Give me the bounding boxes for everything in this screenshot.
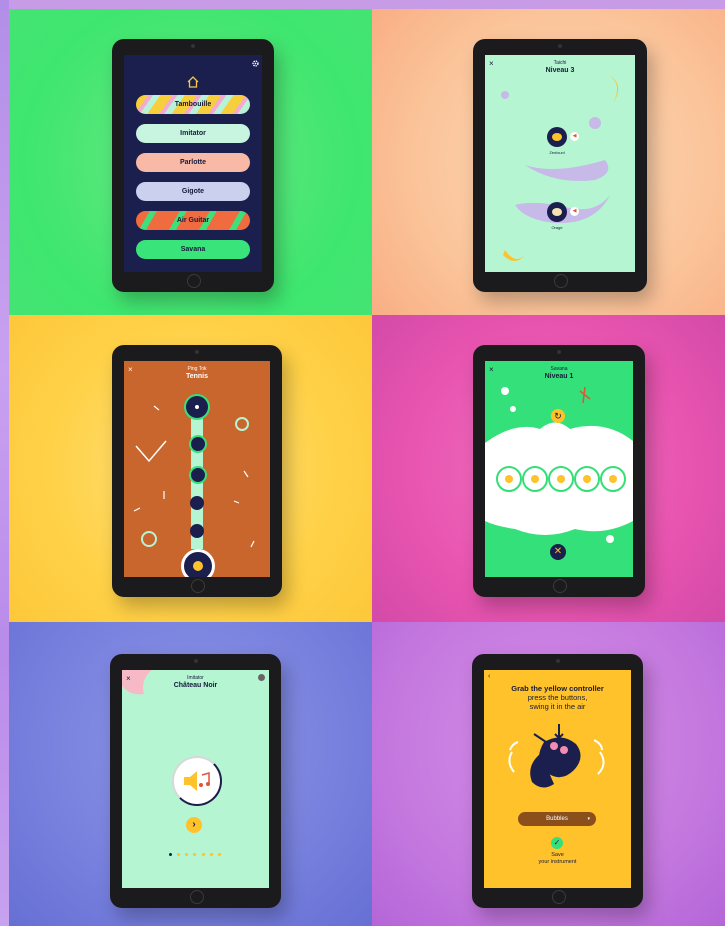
page-dot: [177, 853, 181, 856]
save-label: Save: [551, 852, 564, 858]
gear-icon[interactable]: [252, 60, 259, 67]
tablet-imitator: × Imitator Château Noir ›: [110, 654, 281, 908]
menu-item-savana[interactable]: Savana: [136, 240, 250, 259]
tablet-savana: × Savana Niveau 1 ↻ ✕: [473, 345, 645, 597]
dropdown-value: Bubbles: [546, 816, 568, 822]
instrument-dropdown[interactable]: Bubbles ▾: [518, 812, 596, 826]
page-dot: [201, 853, 205, 856]
level-node-current[interactable]: [181, 549, 215, 577]
menu-item-air-guitar[interactable]: Air Guitar: [136, 211, 250, 230]
page-dot: [185, 853, 189, 856]
screen-subtitle: Imitator: [187, 675, 204, 681]
left-edge-strip: [0, 0, 9, 926]
instruction-line: swing it in the air: [529, 702, 586, 711]
sound-icon[interactable]: ◀: [570, 132, 579, 141]
chevron-right-icon[interactable]: ›: [186, 817, 202, 833]
zenlounl-play-button[interactable]: [547, 127, 567, 147]
tablet-menu: Tambouille Imitator Parlotte Gigote Air …: [112, 39, 274, 292]
answer-slot-4[interactable]: [574, 466, 600, 492]
menu-item-label: Parlotte: [179, 159, 207, 166]
tablet-taichi: × Taichi Niveau 3 ◀ Zenlounl ◀ Orage: [473, 39, 647, 292]
taichi-decoration: [501, 75, 619, 261]
level-node-4[interactable]: [190, 496, 204, 510]
panel-savana: × Savana Niveau 1 ↻ ✕: [372, 315, 725, 622]
answer-slot-5[interactable]: [600, 466, 626, 492]
item-label: Zenlounl: [549, 150, 565, 155]
controller-illustration: [508, 724, 605, 788]
menu-item-label: Imitator: [180, 130, 206, 137]
tablet-instrument: ‹ Grab the yellow controller press the b…: [472, 654, 643, 908]
menu-item-imitator[interactable]: Imitator: [136, 124, 250, 143]
page-dot-active: [169, 853, 172, 856]
menu-item-gigote[interactable]: Gigote: [136, 182, 250, 201]
menu-item-label: Tambouille: [174, 101, 212, 108]
page-dot: [217, 853, 221, 856]
panel-menu: Tambouille Imitator Parlotte Gigote Air …: [9, 9, 372, 315]
screen-imitator: × Imitator Château Noir ›: [122, 670, 269, 888]
panel-instrument: ‹ Grab the yellow controller press the b…: [372, 622, 725, 926]
page-dot: [209, 853, 213, 856]
chevron-down-icon: ▾: [587, 816, 590, 822]
menu-item-label: Savana: [180, 246, 206, 253]
close-icon[interactable]: ✕: [550, 544, 566, 560]
screen-title: Château Noir: [173, 682, 218, 689]
screen-instrument: ‹ Grab the yellow controller press the b…: [484, 670, 631, 888]
save-label: your instrument: [538, 859, 577, 865]
tablet-tennis: × Ping Tok Tennis: [112, 345, 282, 597]
menu-item-label: Air Guitar: [176, 217, 210, 224]
sound-icon[interactable]: ◀: [570, 207, 579, 216]
instruction-line: Grab the yellow controller: [511, 684, 604, 693]
menu-item-parlotte[interactable]: Parlotte: [136, 153, 250, 172]
screen-savana: × Savana Niveau 1 ↻ ✕: [485, 361, 633, 577]
screen-menu: Tambouille Imitator Parlotte Gigote Air …: [124, 55, 262, 272]
answer-slot-2[interactable]: [522, 466, 548, 492]
refresh-icon[interactable]: ↻: [551, 409, 565, 423]
check-icon[interactable]: ✓: [551, 837, 563, 849]
panel-tennis: × Ping Tok Tennis: [9, 315, 372, 622]
level-node-5[interactable]: [190, 524, 204, 538]
menu-item-tambouille[interactable]: Tambouille: [136, 95, 250, 114]
answer-slot-1[interactable]: [496, 466, 522, 492]
play-sound-button[interactable]: [172, 756, 222, 806]
back-icon[interactable]: ‹: [488, 673, 490, 680]
screen-taichi: × Taichi Niveau 3 ◀ Zenlounl ◀ Orage: [485, 55, 635, 272]
orage-play-button[interactable]: [547, 202, 567, 222]
menu-item-label: Gigote: [181, 188, 205, 195]
home-icon[interactable]: [186, 75, 200, 89]
panel-imitator: × Imitator Château Noir ›: [9, 622, 372, 926]
answer-slot-3[interactable]: [548, 466, 574, 492]
panel-taichi: × Taichi Niveau 3 ◀ Zenlounl ◀ Orage: [372, 9, 725, 315]
screen-tennis: × Ping Tok Tennis: [124, 361, 270, 577]
level-node-2[interactable]: [189, 435, 207, 453]
instruction-line: press the buttons,: [527, 693, 588, 702]
item-label: Orage: [551, 225, 563, 230]
level-node-1[interactable]: [184, 394, 210, 420]
page-dot: [193, 853, 197, 856]
page-dots: [169, 853, 221, 857]
level-node-3[interactable]: [189, 466, 207, 484]
speaker-music-icon: [184, 771, 210, 791]
